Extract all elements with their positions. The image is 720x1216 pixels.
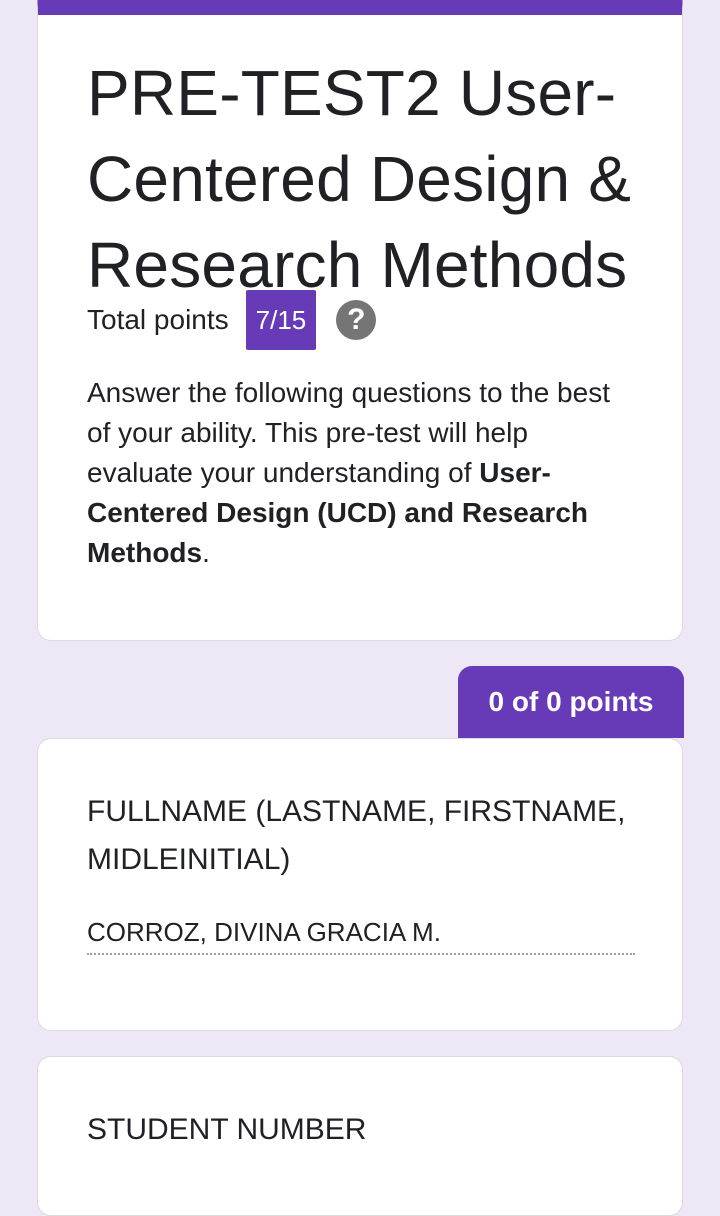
question-title: FULLNAME (LASTNAME, FIRSTNAME, MIDLEINIT…	[87, 795, 626, 876]
form-header-card: PRE-TEST2 User-Centered Design & Researc…	[37, 0, 683, 641]
question-card: FULLNAME (LASTNAME, FIRSTNAME, MIDLEINIT…	[37, 738, 683, 1031]
form-title: PRE-TEST2 User-Centered Design & Researc…	[87, 57, 632, 301]
question-card: STUDENT NUMBER	[37, 1056, 683, 1216]
score-row: Total points 7/15 ?	[87, 290, 377, 350]
help-icon[interactable]: ?	[336, 300, 377, 340]
form-description: Answer the following questions to the be…	[87, 373, 632, 573]
total-points-label: Total points	[87, 304, 229, 335]
answer-text: CORROZ, DIVINA GRACIA M.	[87, 917, 635, 955]
score-badge: 7/15	[245, 290, 317, 350]
question-title: STUDENT NUMBER	[87, 1113, 367, 1146]
description-end: .	[202, 537, 210, 568]
section-points-badge: 0 of 0 points	[458, 666, 684, 738]
